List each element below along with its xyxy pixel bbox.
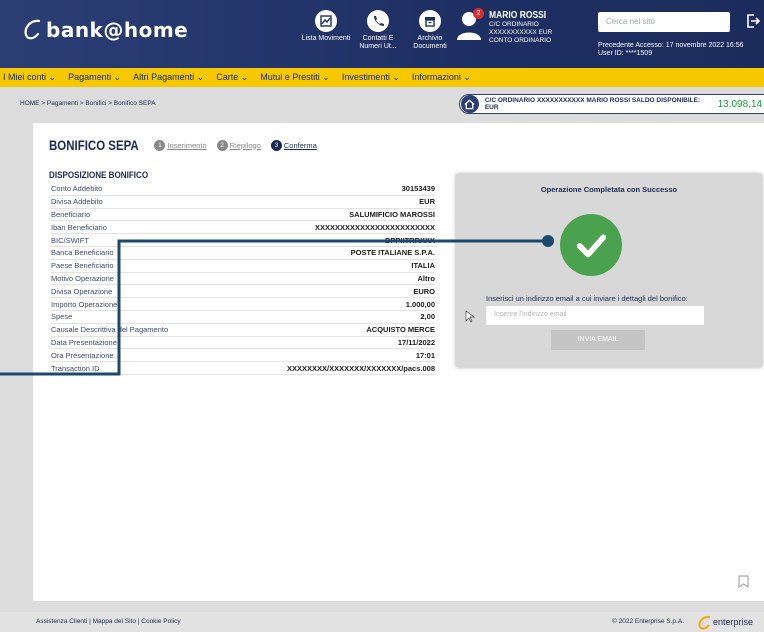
lista-movimenti-label: Lista Movimenti bbox=[301, 35, 351, 42]
chart-icon bbox=[320, 15, 332, 27]
detail-row: Beneficiario SALUMIFICIO MAROSSI bbox=[51, 209, 435, 222]
nav-altri-pagamenti[interactable]: Altri Pagamenti ⌄ bbox=[127, 72, 210, 83]
detail-row: Divisa Operazione EURO bbox=[51, 285, 435, 299]
lista-movimenti-button[interactable]: Lista Movimenti bbox=[300, 10, 352, 51]
detail-row: Banca Beneficiario POSTE ITALIANE S.P.A. bbox=[51, 247, 435, 260]
phone-icon bbox=[374, 16, 384, 26]
detail-row: Ora Presentazione 17:01 bbox=[51, 349, 435, 363]
logo-text: bank@home bbox=[46, 18, 189, 42]
detail-row: Importo Operazione 1.000,00 bbox=[51, 298, 435, 311]
main-nav: I Miei conti ⌄ Pagamenti ⌄ Altri Pagamen… bbox=[0, 68, 764, 87]
nav-investimenti[interactable]: Investimenti ⌄ bbox=[336, 72, 406, 83]
detail-row: Causale Descrittiva del Pagamento ACQUIST… bbox=[51, 324, 435, 337]
breadcrumb[interactable]: HOME > Pagamenti > Bonifici > Bonifico S… bbox=[20, 100, 156, 107]
detail-row: Motivo Operazione Altro bbox=[51, 273, 435, 286]
contatti-button[interactable]: Contatti E Numeri Ut... bbox=[352, 10, 404, 51]
footer-links[interactable]: Assistenza Clienti | Mappa del Sito | Co… bbox=[36, 618, 181, 625]
account-summary-text: C/C ORDINARIO XXXXXXXXXXX MARIO ROSSI SA… bbox=[484, 97, 701, 111]
detail-row: Spese 2,00 bbox=[51, 311, 435, 324]
page-title: BONIFICO SEPA bbox=[49, 137, 139, 153]
detail-row: Transaction ID XXXXXXXX/XXXXXXX/XXXXXXX/p… bbox=[51, 362, 435, 375]
success-title: Operazione Completata con Successo bbox=[540, 185, 678, 194]
search-input[interactable]: Cerca nel sito bbox=[598, 12, 730, 32]
bookmark-icon[interactable] bbox=[738, 575, 749, 588]
detail-row: Conto Addebito 30153439 bbox=[51, 183, 435, 196]
user-name: MARIO ROSSI bbox=[489, 10, 547, 21]
archive-icon bbox=[425, 17, 435, 27]
detail-row: Paese Beneficiario ITALIA bbox=[51, 260, 435, 273]
detail-row: Data Presentazione 17/11/2022 bbox=[51, 337, 435, 350]
nav-carte[interactable]: Carte ⌄ bbox=[210, 72, 254, 83]
email-label: Inserisci un indirizzo email a cui invia… bbox=[486, 294, 688, 303]
user-id-text: User ID: ****1509 bbox=[598, 50, 653, 57]
detail-row: Iban Beneficiario XXXXXXXXXXXXXXXXXXXXXXX… bbox=[51, 221, 435, 235]
home-button[interactable] bbox=[461, 95, 479, 113]
step-conferma[interactable]: 3 Conferma bbox=[270, 139, 317, 151]
detail-row: BIC/SWIFT BPPIITRRXXX bbox=[51, 234, 435, 247]
detail-row: Divisa Addebito EUR bbox=[51, 196, 435, 209]
step-inserimento[interactable]: 1 Inserimento bbox=[154, 139, 207, 151]
logo-swoosh-icon bbox=[24, 19, 41, 40]
archivio-documenti-button[interactable]: Archivio Documenti bbox=[404, 10, 456, 51]
email-input[interactable]: Inserire l'indirizzo email bbox=[486, 306, 704, 325]
top-header: bank@home Lista Movimenti Contatti E Num… bbox=[0, 0, 764, 68]
copyright: © 2022 Enterprise S.p.A. bbox=[612, 618, 684, 625]
send-email-button[interactable]: INVIA EMAIL bbox=[551, 330, 645, 350]
last-access-text: Precedente Accesso: 17 novembre 2022 16:… bbox=[598, 42, 744, 49]
user-account: C/C ORDINARIO XXXXXXXXXXX EUR CONTO ORDI… bbox=[489, 21, 553, 44]
main-card: BONIFICO SEPA 1 Inserimento 2 Riepilogo … bbox=[33, 123, 764, 601]
nav-pagamenti[interactable]: Pagamenti ⌄ bbox=[62, 72, 127, 83]
nav-informazioni[interactable]: Informazioni ⌄ bbox=[406, 72, 477, 83]
footer: Assistenza Clienti | Mappa del Sito | Co… bbox=[0, 612, 764, 632]
archivio-label: Archivio Documenti bbox=[413, 35, 447, 50]
account-balance: 13.098,14 bbox=[717, 98, 763, 110]
notification-badge: 2 bbox=[473, 8, 484, 19]
logout-icon[interactable] bbox=[745, 13, 761, 29]
home-icon bbox=[464, 99, 475, 109]
transfer-details: Conto Addebito 30153439 Divisa Addebito EU… bbox=[51, 183, 435, 375]
nav-miei-conti[interactable]: I Miei conti ⌄ bbox=[0, 72, 62, 83]
step-riepilogo[interactable]: 2 Riepilogo bbox=[216, 139, 261, 151]
user-profile[interactable]: 2 MARIO ROSSI C/C ORDINARIO XXXXXXXXXXX … bbox=[455, 8, 574, 45]
enterprise-swoosh-icon bbox=[698, 615, 711, 630]
account-summary-bar: C/C ORDINARIO XXXXXXXXXXX MARIO ROSSI SA… bbox=[459, 94, 764, 114]
enterprise-logo: enterprise bbox=[697, 614, 753, 630]
success-panel: Operazione Completata con Successo Inser… bbox=[456, 174, 762, 367]
bank-logo[interactable]: bank@home bbox=[22, 18, 188, 42]
section-title: DISPOSIZIONE BONIFICO bbox=[49, 170, 149, 181]
nav-mutui-prestiti[interactable]: Mutui e Prestiti ⌄ bbox=[254, 72, 336, 83]
success-check-icon bbox=[560, 214, 622, 276]
contatti-label: Contatti E Numeri Ut... bbox=[359, 35, 397, 50]
